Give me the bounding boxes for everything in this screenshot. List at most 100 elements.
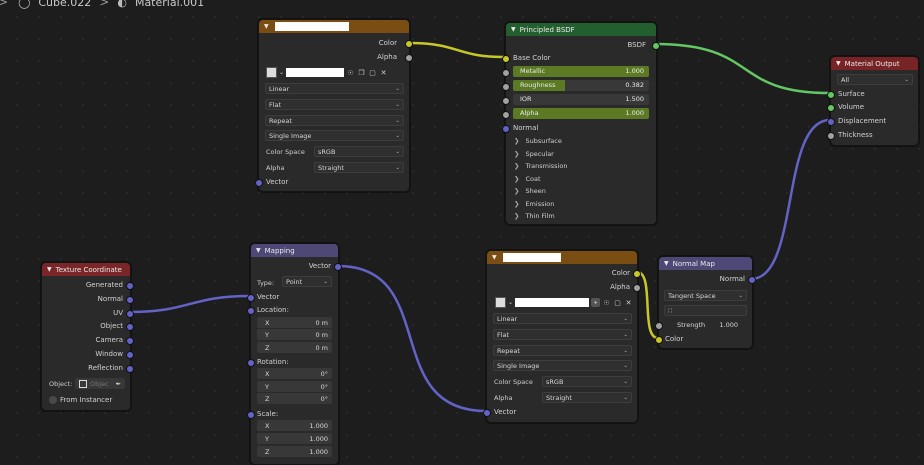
- base-color-input-socket[interactable]: [502, 55, 510, 63]
- surface-input-socket[interactable]: [827, 91, 835, 99]
- thickness-input-socket[interactable]: [827, 132, 835, 140]
- panel-thin-film[interactable]: ❯ Thin Film: [514, 210, 555, 221]
- metallic-slider[interactable]: Metallic 1.000: [513, 66, 649, 77]
- roughness-slider[interactable]: Roughness 0.382: [513, 80, 649, 91]
- normal-map-node[interactable]: ▼ Normal Map Normal Tangent Space ⌄ ∷ Str…: [655, 256, 756, 349]
- normal-input-socket[interactable]: [502, 125, 510, 133]
- scale-y-field[interactable]: Y 1.000: [257, 433, 332, 444]
- target-dropdown[interactable]: All ⌄: [837, 74, 913, 85]
- node-header[interactable]: ▼ Material Output: [831, 57, 918, 70]
- ior-input-socket[interactable]: [502, 97, 510, 105]
- extension-dropdown[interactable]: Repeat ⌄: [493, 345, 632, 356]
- location-z-field[interactable]: Z 0 m: [257, 342, 332, 353]
- node-header[interactable]: ▼ Texture Coordinate: [42, 263, 130, 276]
- vector-output-socket[interactable]: [334, 263, 342, 271]
- image-name-field[interactable]: [286, 68, 345, 77]
- collapse-chevron-icon[interactable]: ▼: [836, 60, 841, 67]
- checkbox[interactable]: [49, 396, 57, 404]
- ior-field[interactable]: IOR 1.500: [513, 94, 649, 105]
- window-output-socket[interactable]: [126, 351, 134, 359]
- texture-coordinate-node[interactable]: ▼ Texture Coordinate Generated Normal UV…: [41, 262, 134, 411]
- alpha-mode-dropdown[interactable]: Straight ⌄: [542, 392, 632, 403]
- uv-map-field[interactable]: ∷: [664, 305, 747, 316]
- normal-output-socket[interactable]: [748, 276, 756, 284]
- eyedropper-icon[interactable]: ✒: [116, 380, 121, 388]
- source-dropdown[interactable]: Single Image ⌄: [493, 360, 632, 371]
- node-header[interactable]: ▼ Principled BSDF: [506, 23, 656, 36]
- scale-z-field[interactable]: Z 1.000: [257, 446, 332, 457]
- color-input-socket[interactable]: [655, 336, 663, 344]
- space-dropdown[interactable]: Tangent Space ⌄: [664, 290, 747, 301]
- material-output-node[interactable]: ▼ Material Output All ⌄ Surface Volume Di…: [827, 56, 919, 146]
- strength-field[interactable]: Strength 1.000: [664, 319, 747, 330]
- alpha-slider[interactable]: Alpha 1.000: [513, 108, 649, 119]
- alpha-mode-dropdown[interactable]: Straight ⌄: [314, 162, 404, 173]
- rotation-x-field[interactable]: X 0°: [257, 368, 332, 379]
- close-icon[interactable]: ✕: [379, 68, 388, 77]
- alpha-output-socket[interactable]: [405, 54, 413, 62]
- mapping-node[interactable]: ▼ Mapping Vector Type: Point ⌄ Vector Loc…: [247, 243, 342, 465]
- principled-bsdf-node[interactable]: ▼ Principled BSDF BSDF Base Color Metall…: [502, 22, 660, 225]
- volume-input-socket[interactable]: [827, 104, 835, 112]
- object-output-socket[interactable]: [126, 323, 134, 331]
- extension-dropdown[interactable]: Repeat ⌄: [265, 115, 404, 126]
- color-output-socket[interactable]: [405, 40, 413, 48]
- scale-x-field[interactable]: X 1.000: [257, 420, 332, 431]
- location-y-field[interactable]: Y 0 m: [257, 329, 332, 340]
- duplicate-icon[interactable]: ❐: [357, 68, 366, 77]
- node-header[interactable]: ▼: [259, 20, 409, 33]
- location-input-socket[interactable]: [247, 307, 255, 315]
- panel-subsurface[interactable]: ❯ Subsurface: [514, 135, 562, 146]
- image-thumbnail-icon[interactable]: [266, 67, 277, 78]
- color-output-socket[interactable]: [633, 270, 641, 278]
- open-folder-icon[interactable]: ▢: [613, 298, 622, 307]
- panel-sheen[interactable]: ❯ Sheen: [514, 185, 546, 196]
- breadcrumb-object[interactable]: Cube.022: [38, 0, 91, 9]
- image-selector[interactable]: ⌄ ☉ ❐ ▢ ✕: [266, 67, 388, 78]
- location-x-field[interactable]: X 0 m: [257, 317, 332, 328]
- alpha-output-socket[interactable]: [633, 284, 641, 292]
- rotation-z-field[interactable]: Z 0°: [257, 393, 332, 404]
- image-selector[interactable]: ⌄ • ☉ ▢ ✕: [495, 297, 633, 308]
- node-header[interactable]: ▼ Mapping: [251, 244, 338, 257]
- image-texture-node-2[interactable]: ▼ Color Alpha ⌄ • ☉ ▢ ✕ Linear ⌄ Flat ⌄ Re…: [483, 250, 641, 423]
- color-space-dropdown[interactable]: sRGB ⌄: [314, 146, 404, 157]
- displacement-input-socket[interactable]: [827, 118, 835, 126]
- breadcrumb-material[interactable]: Material.001: [135, 0, 204, 9]
- image-name-field[interactable]: [515, 298, 590, 307]
- collapse-chevron-icon[interactable]: ▼: [256, 247, 261, 254]
- collapse-chevron-icon[interactable]: ▼: [47, 266, 52, 273]
- open-folder-icon[interactable]: ▢: [368, 68, 377, 77]
- color-space-dropdown[interactable]: sRGB ⌄: [542, 376, 632, 387]
- panel-coat[interactable]: ❯ Coat: [514, 173, 541, 184]
- reflection-output-socket[interactable]: [126, 365, 134, 373]
- chevron-down-icon[interactable]: ⌄: [279, 69, 284, 76]
- vector-input-socket[interactable]: [483, 409, 491, 417]
- uv-output-socket[interactable]: [126, 310, 134, 318]
- panel-emission[interactable]: ❯ Emission: [514, 198, 554, 209]
- scale-input-socket[interactable]: [247, 411, 255, 419]
- from-instancer-toggle[interactable]: From Instancer: [49, 394, 112, 406]
- fake-user-shield-icon[interactable]: ☉: [346, 68, 355, 77]
- generated-output-socket[interactable]: [126, 282, 134, 290]
- interpolation-dropdown[interactable]: Linear ⌄: [493, 313, 632, 324]
- projection-dropdown[interactable]: Flat ⌄: [493, 329, 632, 340]
- image-texture-node-1[interactable]: ▼ Color Alpha ⌄ ☉ ❐ ▢ ✕ Linear ⌄ Flat ⌄ Re…: [255, 19, 413, 192]
- collapse-chevron-icon[interactable]: ▼: [511, 26, 516, 33]
- strength-input-socket[interactable]: [655, 322, 663, 330]
- camera-output-socket[interactable]: [126, 337, 134, 345]
- collapse-chevron-icon[interactable]: ▼: [492, 254, 497, 261]
- interpolation-dropdown[interactable]: Linear ⌄: [265, 83, 404, 94]
- node-header[interactable]: ▼: [487, 251, 637, 264]
- collapse-chevron-icon[interactable]: ▼: [664, 260, 669, 267]
- vector-input-socket[interactable]: [255, 179, 263, 187]
- metallic-input-socket[interactable]: [502, 69, 510, 77]
- alpha-input-socket[interactable]: [502, 111, 510, 119]
- image-thumbnail-icon[interactable]: [495, 297, 506, 308]
- panel-specular[interactable]: ❯ Specular: [514, 148, 554, 159]
- close-icon[interactable]: ✕: [624, 298, 633, 307]
- bsdf-output-socket[interactable]: [652, 42, 660, 50]
- rotation-input-socket[interactable]: [247, 359, 255, 367]
- mapping-type-dropdown[interactable]: Point ⌄: [282, 276, 332, 287]
- object-picker-field[interactable]: Objec ✒: [75, 378, 125, 389]
